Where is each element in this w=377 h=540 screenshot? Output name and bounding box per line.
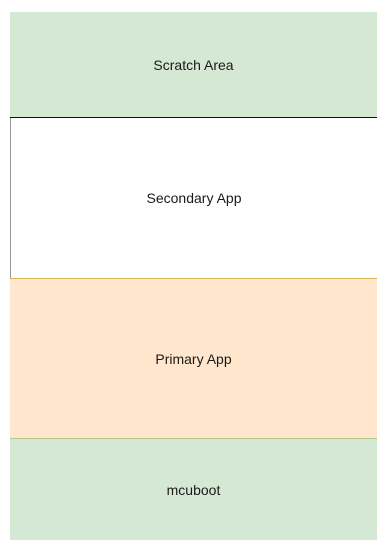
primary-app-label: Primary App [155,350,232,367]
scratch-area-label: Scratch Area [153,56,234,73]
secondary-app-region: Secondary App [10,118,377,278]
scratch-area-region: Scratch Area [10,12,377,118]
flash-layout-diagram: Scratch Area Secondary App Primary App m… [10,12,377,540]
primary-app-region: Primary App [10,278,377,439]
mcuboot-label: mcuboot [166,481,221,498]
secondary-app-label: Secondary App [146,190,242,206]
mcuboot-region: mcuboot [10,439,377,540]
